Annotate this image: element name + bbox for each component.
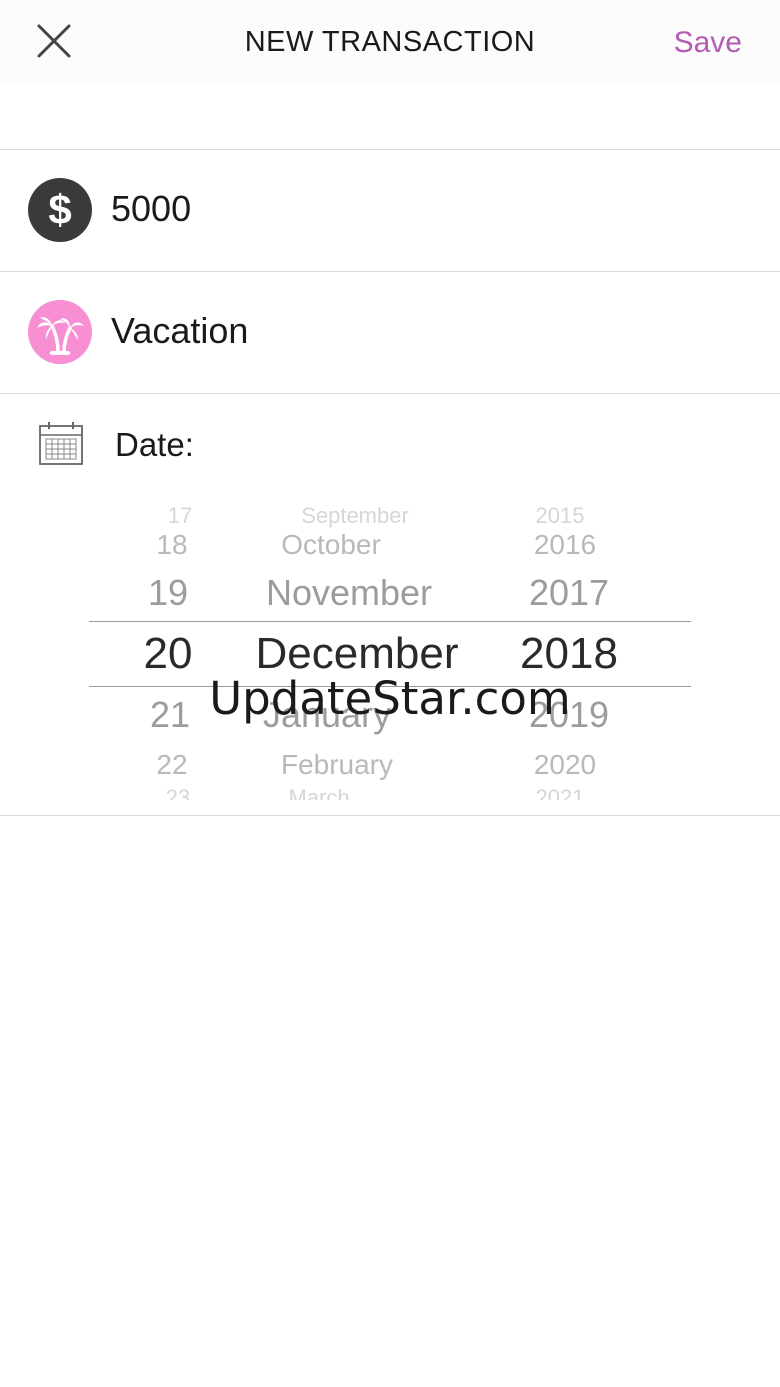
picker-year-option[interactable]: 2017	[509, 575, 629, 611]
svg-text:$: $	[48, 186, 71, 233]
save-button[interactable]: Save	[674, 26, 742, 60]
page-title: NEW TRANSACTION	[244, 26, 536, 58]
picker-day-option[interactable]: 22	[112, 751, 232, 779]
navigation-bar: NEW TRANSACTION Save	[0, 0, 780, 82]
new-transaction-screen: NEW TRANSACTION Save $ 5000 Vacation Dat…	[0, 0, 780, 1387]
date-label: Date:	[115, 426, 194, 463]
picker-month-option[interactable]: February	[232, 751, 442, 779]
amount-value[interactable]: 5000	[111, 188, 191, 230]
picker-year-option[interactable]: 2021	[500, 787, 620, 801]
picker-day-option[interactable]: 17	[120, 505, 240, 527]
picker-month-option[interactable]: November	[244, 575, 454, 611]
picker-year-option[interactable]: 2016	[505, 531, 625, 559]
picker-year-option[interactable]: 2020	[505, 751, 625, 779]
picker-month-option[interactable]: March	[214, 787, 424, 801]
picker-month-selected[interactable]: December	[252, 632, 462, 676]
date-row: Date:	[0, 394, 780, 494]
palm-trees-icon	[28, 300, 92, 364]
picker-selection-top-line	[89, 621, 691, 622]
date-picker[interactable]: 17 18 19 20 21 22 23 September October N…	[0, 505, 780, 800]
calendar-icon	[38, 420, 84, 466]
watermark: UpdateStar.com	[209, 672, 571, 725]
picker-year-option[interactable]: 2015	[500, 505, 620, 527]
category-row[interactable]: Vacation	[0, 272, 780, 393]
picker-day-option[interactable]: 18	[112, 531, 232, 559]
picker-month-option[interactable]: October	[226, 531, 436, 559]
picker-year-selected[interactable]: 2018	[509, 632, 629, 676]
picker-month-option[interactable]: September	[250, 505, 460, 527]
picker-day-option[interactable]: 19	[108, 575, 228, 611]
picker-day-selected[interactable]: 20	[108, 632, 228, 676]
divider	[0, 815, 780, 816]
category-label[interactable]: Vacation	[111, 310, 248, 352]
dollar-icon: $	[28, 178, 92, 242]
amount-row[interactable]: $ 5000	[0, 150, 780, 271]
